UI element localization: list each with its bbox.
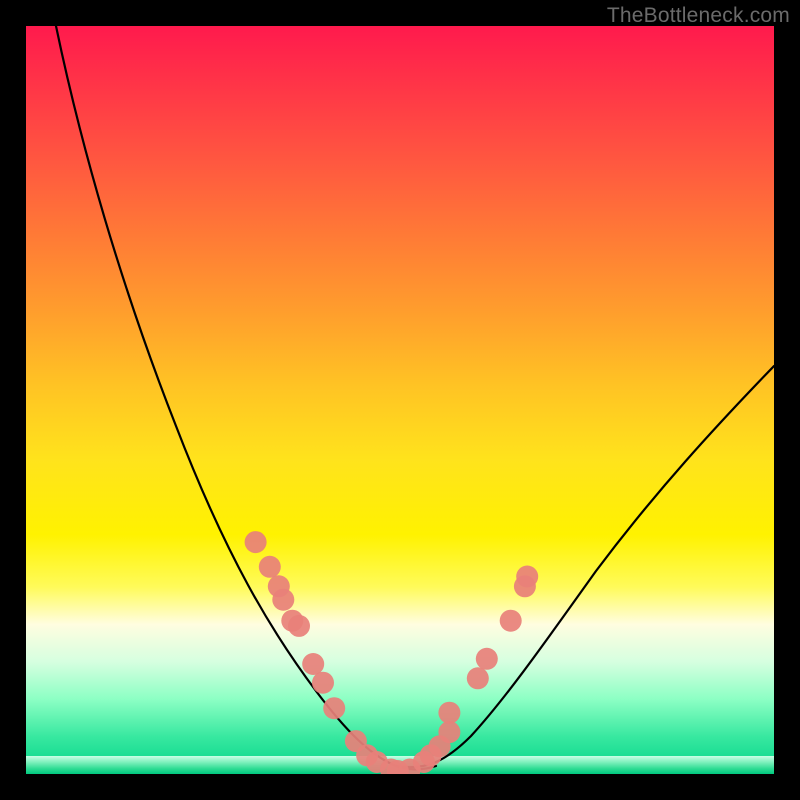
data-point — [302, 653, 324, 675]
data-point — [259, 556, 281, 578]
data-point — [281, 610, 303, 632]
data-points-svg — [26, 26, 774, 774]
data-point — [476, 648, 498, 670]
data-point — [438, 702, 460, 724]
data-point — [438, 721, 460, 743]
curve-right — [396, 366, 774, 767]
watermark-text: TheBottleneck.com — [607, 4, 790, 28]
plot-area — [26, 26, 774, 774]
data-point — [514, 575, 536, 597]
data-point — [345, 730, 367, 752]
data-point — [323, 697, 345, 719]
data-point — [245, 531, 267, 553]
bottleneck-curve-svg — [26, 26, 774, 774]
data-point — [272, 589, 294, 611]
data-point — [467, 667, 489, 689]
chart-frame: TheBottleneck.com — [0, 0, 800, 800]
data-point — [500, 610, 522, 632]
data-points-group — [245, 531, 539, 774]
bottom-gradient-strip — [26, 756, 774, 774]
data-point — [288, 615, 310, 637]
data-point — [429, 735, 451, 757]
data-point — [312, 672, 334, 694]
curve-left-and-bottom — [56, 26, 436, 769]
data-point — [268, 575, 290, 597]
data-point — [516, 566, 538, 588]
